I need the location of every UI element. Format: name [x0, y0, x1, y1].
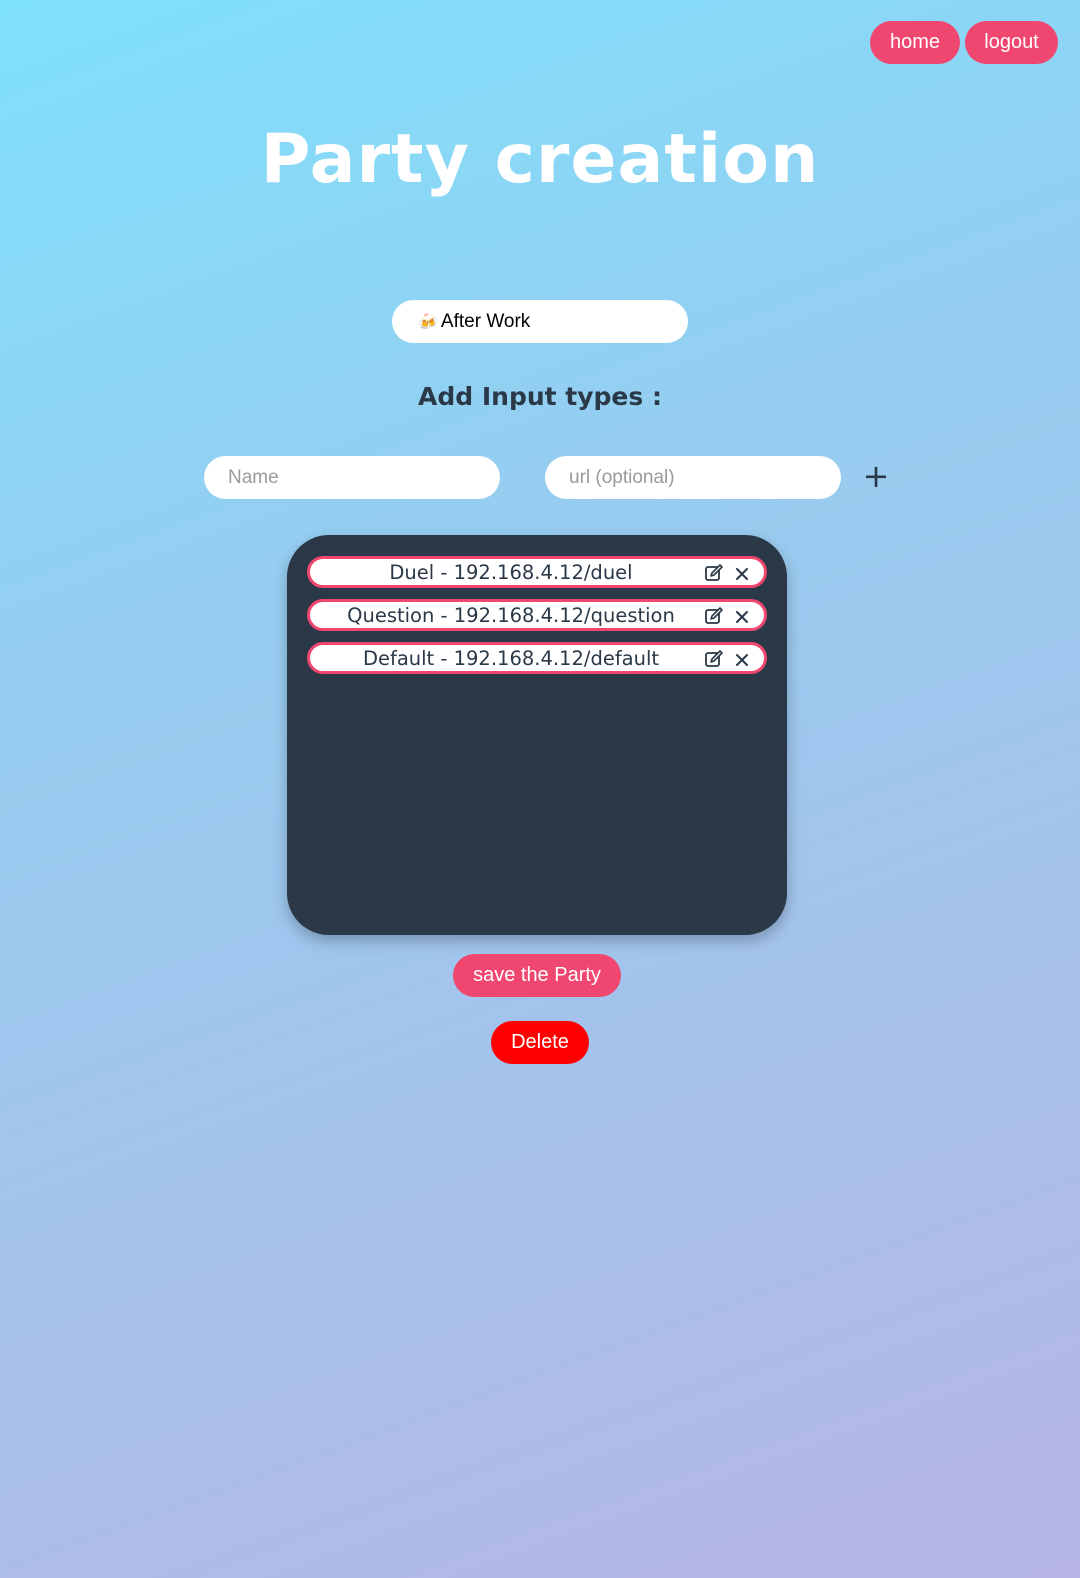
add-input-type-button[interactable]: +: [862, 458, 890, 494]
input-type-name-field[interactable]: [204, 456, 500, 499]
home-button[interactable]: home: [870, 21, 960, 64]
close-icon[interactable]: [732, 563, 752, 583]
input-type-label: Duel - 192.168.4.12/duel: [389, 560, 633, 584]
delete-button[interactable]: Delete: [491, 1021, 589, 1064]
close-icon[interactable]: [732, 606, 752, 626]
close-icon[interactable]: [732, 649, 752, 669]
edit-icon[interactable]: [704, 606, 724, 626]
input-types-list: Duel - 192.168.4.12/duel Question - 192.…: [287, 535, 787, 935]
input-type-item: Duel - 192.168.4.12/duel: [307, 556, 767, 588]
input-type-item: Default - 192.168.4.12/default: [307, 642, 767, 674]
input-type-item: Question - 192.168.4.12/question: [307, 599, 767, 631]
input-type-url-field[interactable]: [545, 456, 841, 499]
beer-emoji-icon: 🍻: [418, 313, 438, 331]
party-name-field[interactable]: 🍻 After Work: [392, 300, 688, 343]
save-party-button[interactable]: save the Party: [453, 954, 621, 997]
edit-icon[interactable]: [704, 563, 724, 583]
page-title: Party creation: [260, 120, 820, 199]
input-type-label: Default - 192.168.4.12/default: [362, 646, 660, 670]
add-input-types-heading: Add Input types :: [418, 382, 662, 411]
top-nav: home logout: [870, 21, 1058, 64]
logout-button[interactable]: logout: [965, 21, 1058, 64]
input-type-label: Question - 192.168.4.12/question: [347, 603, 675, 627]
edit-icon[interactable]: [704, 649, 724, 669]
party-name-value: After Work: [440, 310, 531, 332]
